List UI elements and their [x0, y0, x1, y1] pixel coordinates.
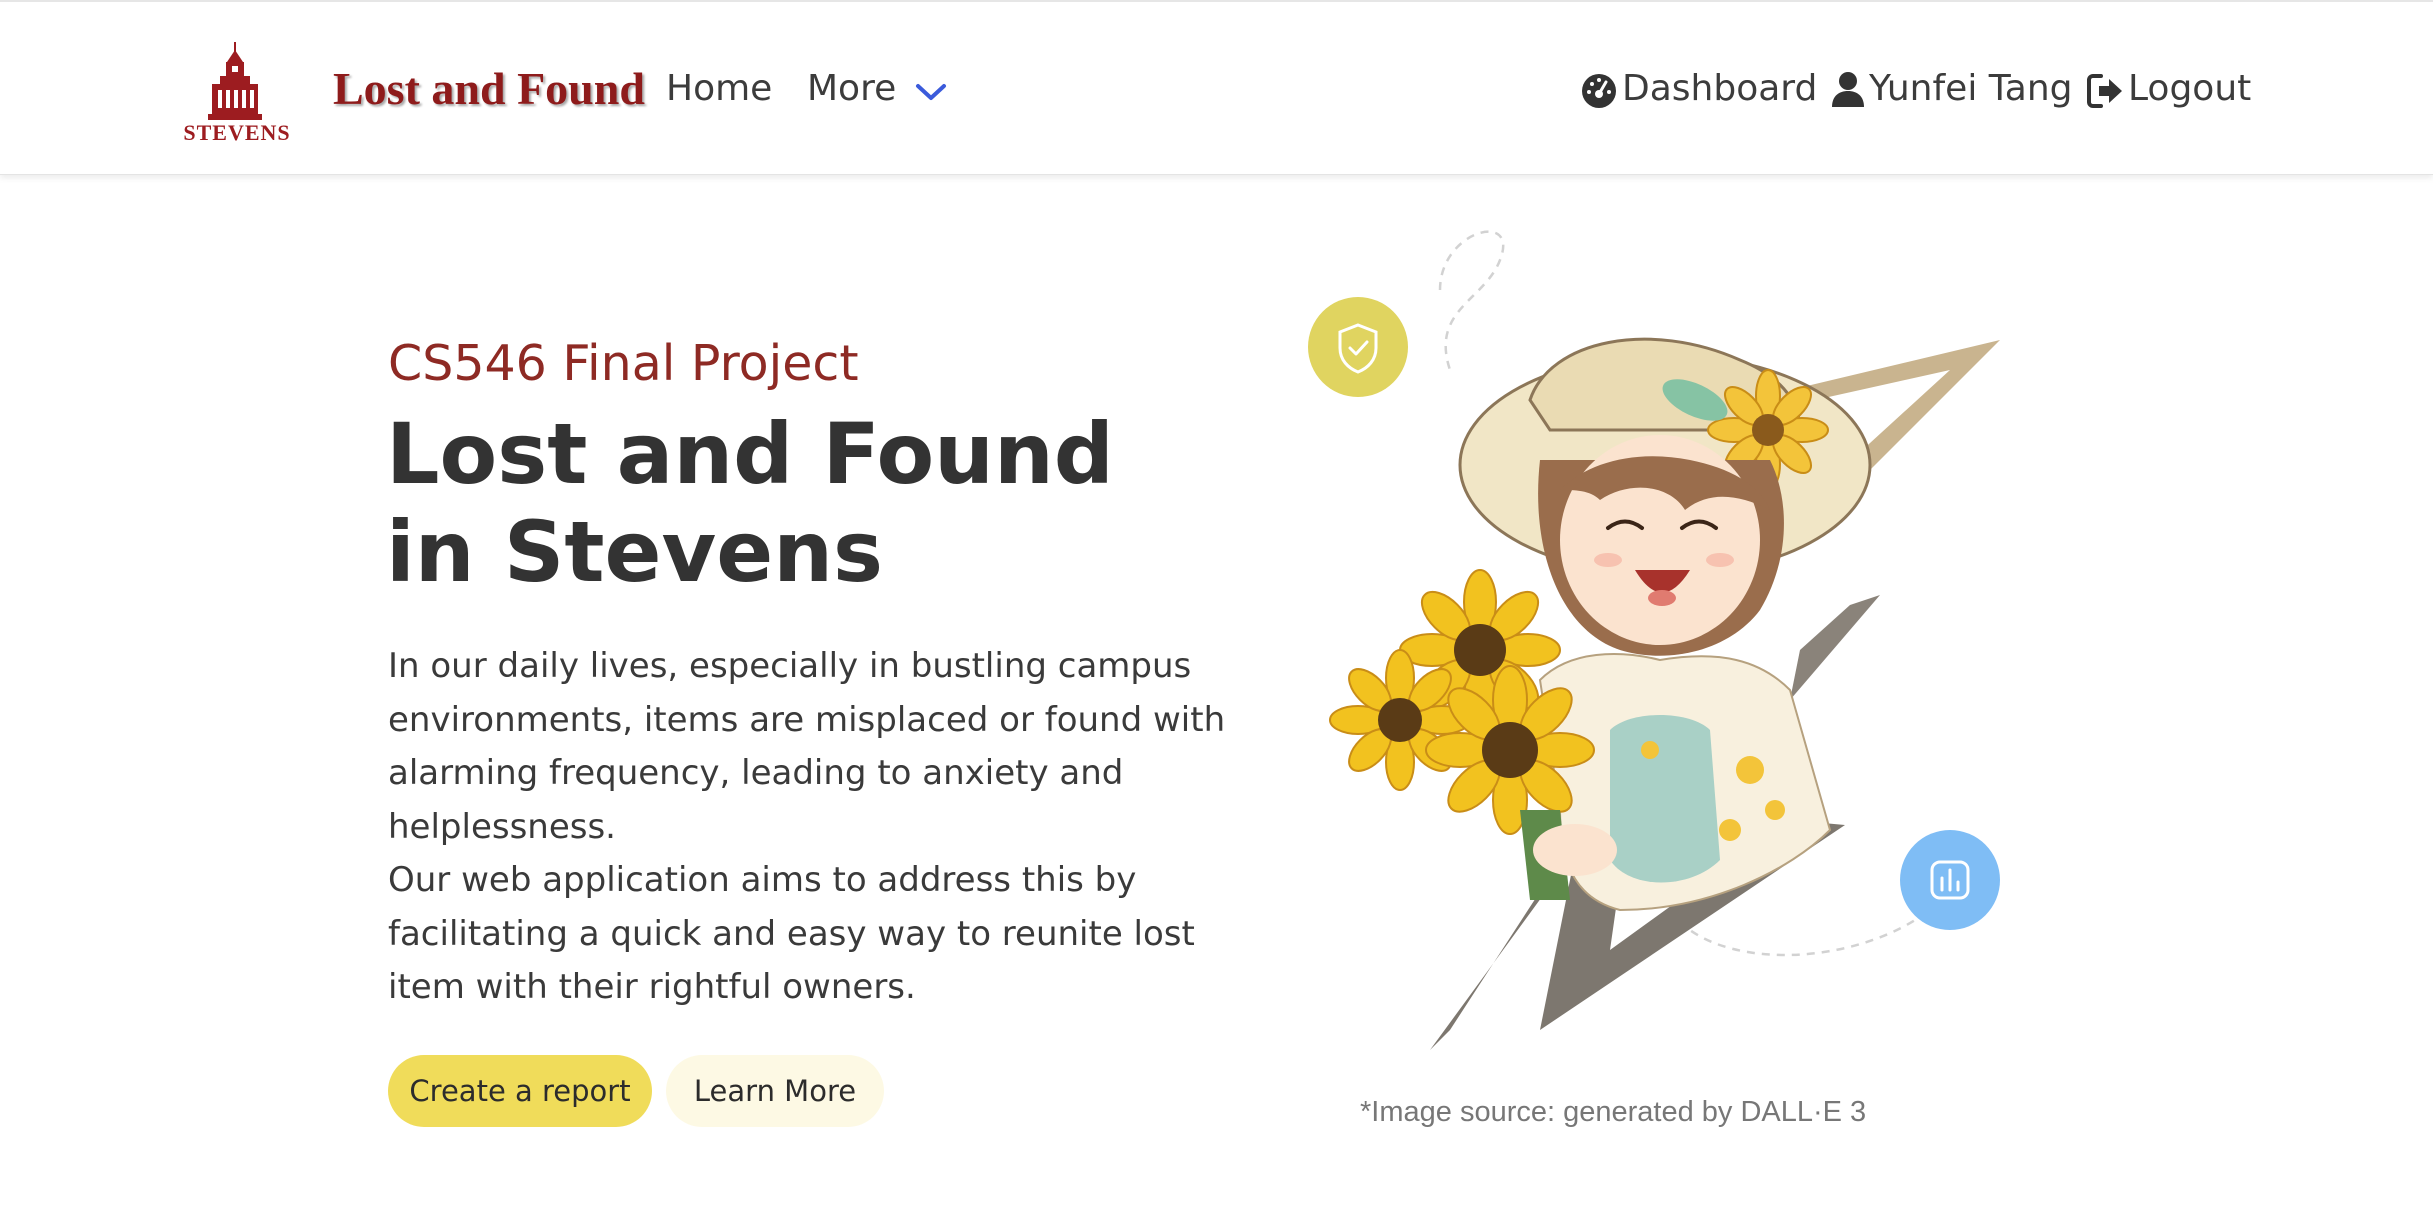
- nav-more-dropdown[interactable]: More: [807, 68, 896, 109]
- chevron-down-icon[interactable]: [914, 80, 948, 104]
- shield-badge: [1308, 297, 1408, 397]
- hero-title-line1: Lost and Found: [386, 405, 1114, 503]
- hero-description-paragraph-2: Our web application aims to address this…: [388, 860, 1195, 1007]
- user-icon: [1832, 72, 1864, 107]
- stevens-tower-icon: [208, 42, 262, 120]
- logout-label: Logout: [2128, 68, 2252, 109]
- hero-illustration: [1290, 210, 2030, 1070]
- hero-description: In our daily lives, especially in bustli…: [388, 640, 1238, 1015]
- hero-title-line2: in Stevens: [386, 503, 883, 601]
- top-navbar: STEVENS Lost and Found Home More Dashboa…: [0, 0, 2433, 175]
- logout-icon: [2087, 74, 2122, 108]
- create-report-button[interactable]: Create a report: [388, 1055, 652, 1127]
- user-name-label: Yunfei Tang: [1869, 68, 2073, 109]
- project-eyebrow: CS546 Final Project: [388, 335, 859, 392]
- sunflower-girl-illustration: [1308, 230, 2000, 1050]
- hero-title: Lost and Found in Stevens: [386, 405, 1186, 601]
- brand-title[interactable]: Lost and Found: [333, 62, 645, 115]
- learn-more-button[interactable]: Learn More: [666, 1055, 884, 1127]
- dashboard-label: Dashboard: [1622, 68, 1818, 109]
- stevens-logo[interactable]: STEVENS: [182, 40, 292, 148]
- dashboard-gauge-icon: [1582, 74, 1616, 108]
- logo-text: STEVENS: [183, 120, 291, 145]
- nav-home-link[interactable]: Home: [666, 68, 772, 109]
- image-source-caption: *Image source: generated by DALL·E 3: [1360, 1096, 1867, 1128]
- hero-description-paragraph-1: In our daily lives, especially in bustli…: [388, 646, 1226, 847]
